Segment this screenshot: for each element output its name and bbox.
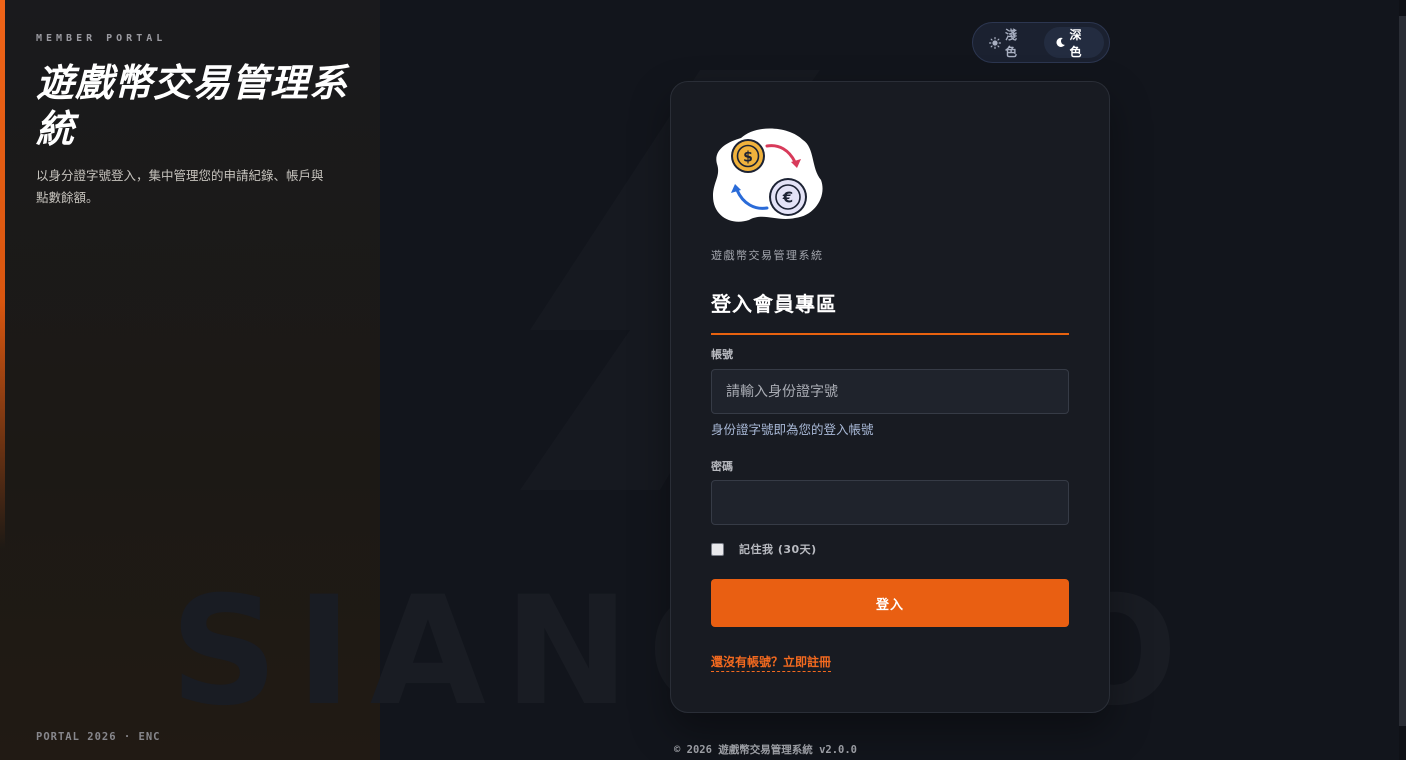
moon-icon	[1055, 37, 1066, 48]
brand-title: 遊戲幣交易管理系統	[36, 61, 349, 151]
register-link[interactable]: 還沒有帳號？立即註冊	[711, 653, 832, 672]
theme-dark-label: 深色	[1069, 27, 1082, 59]
password-input[interactable]	[711, 480, 1069, 525]
svg-text:€: €	[782, 189, 793, 207]
scrollbar-thumb[interactable]	[1399, 16, 1406, 726]
login-card: $ € 遊戲幣交易管理系統 登入會員專區 帳號 身份證字號即為您的登入帳號 密碼…	[670, 81, 1110, 713]
heading-divider	[711, 333, 1069, 335]
portal-eyebrow: MEMBER PORTAL	[36, 33, 167, 44]
brand-description: 以身分證字號登入，集中管理您的申請紀錄、帳戶與點數餘額。	[36, 168, 324, 205]
theme-light-label: 淺色	[1005, 27, 1018, 59]
card-subtitle: 遊戲幣交易管理系統	[711, 249, 824, 262]
account-input[interactable]	[711, 369, 1069, 414]
login-button[interactable]: 登入	[711, 579, 1069, 627]
copyright: © 2026 遊戲幣交易管理系統 v2.0.0	[674, 744, 858, 756]
svg-text:$: $	[743, 150, 753, 166]
remember-label: 記住我 (30天)	[739, 543, 817, 556]
scrollbar-track[interactable]	[1399, 0, 1406, 760]
theme-dark-button[interactable]: 深色	[1043, 27, 1104, 59]
theme-toggle: 淺色 深色	[972, 22, 1110, 63]
password-label: 密碼	[711, 460, 733, 473]
account-label: 帳號	[711, 348, 733, 361]
currency-exchange-icon: $ €	[713, 128, 823, 222]
sidebar-accent-bar	[0, 0, 5, 548]
sidebar-footer: PORTAL 2026 · ENC	[36, 731, 161, 743]
account-hint: 身份證字號即為您的登入帳號	[711, 422, 874, 437]
remember-me[interactable]: 記住我 (30天)	[711, 541, 817, 557]
card-heading: 登入會員專區	[711, 292, 837, 316]
theme-light-button[interactable]: 淺色	[978, 27, 1040, 59]
remember-checkbox[interactable]	[711, 542, 724, 556]
sun-icon	[989, 36, 1001, 49]
